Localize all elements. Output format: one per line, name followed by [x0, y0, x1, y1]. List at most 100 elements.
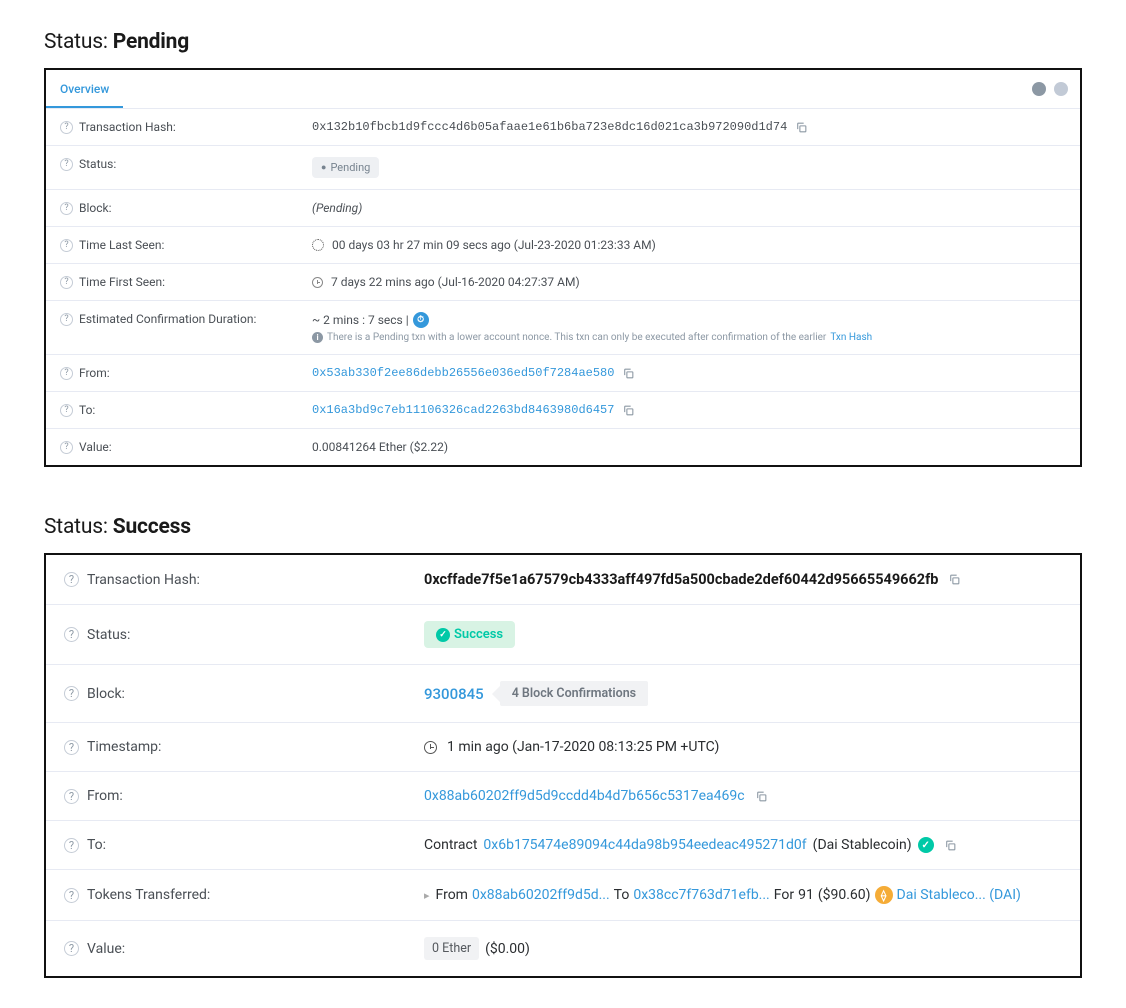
est-conf-note: i There is a Pending txn with a lower ac…: [312, 332, 872, 343]
token-to-link[interactable]: 0x38cc7f763d71efb...: [633, 887, 769, 903]
from-address-link[interactable]: 0x53ab330f2ee86debb26556e036ed50f7284ae5…: [312, 366, 614, 380]
token-amount: 91: [798, 887, 814, 903]
help-icon[interactable]: ?: [60, 239, 73, 252]
token-usd: ($90.60): [818, 887, 871, 903]
help-icon[interactable]: ?: [64, 740, 79, 755]
value-usd: ($0.00): [485, 941, 530, 957]
help-icon[interactable]: ?: [64, 789, 79, 804]
label-time-first: Time First Seen:: [79, 275, 165, 289]
gauge-icon: ⏱: [413, 312, 429, 328]
dai-token-icon: ⟠: [875, 886, 893, 904]
token-to-label: To: [614, 887, 630, 903]
to-address-link[interactable]: 0x6b175474e89094c44da98b954eedeac495271d…: [483, 837, 806, 853]
arrow-icon: ▸: [424, 889, 430, 902]
value-ether: 0.00841264 Ether ($2.22): [312, 440, 448, 454]
label-txhash: Transaction Hash:: [79, 120, 176, 134]
block-confirmations: 4 Block Confirmations: [500, 681, 648, 706]
row-to: ? To: Contract 0x6b175474e89094c44da98b95…: [46, 821, 1080, 870]
to-address-link[interactable]: 0x16a3bd9c7eb11106326cad2263bd8463980d64…: [312, 403, 614, 417]
label-time-last: Time Last Seen:: [79, 238, 164, 252]
help-icon[interactable]: ?: [64, 627, 79, 642]
heading-pending-status: Pending: [113, 30, 189, 54]
row-to: ? To: 0x16a3bd9c7eb11106326cad2263bd84639…: [46, 392, 1080, 429]
copy-icon[interactable]: [948, 573, 962, 587]
value-txhash: 0xcffade7f5e1a67579cb4333aff497fd5a500cb…: [424, 571, 938, 588]
copy-icon[interactable]: [622, 366, 636, 380]
label-from: From:: [79, 366, 110, 380]
value-timestamp: 1 min ago (Jan-17-2020 08:13:25 PM +UTC): [447, 739, 719, 755]
value-txhash: 0x132b10fbcb1d9fccc4d6b05afaae1e61b6ba72…: [312, 120, 787, 134]
help-icon[interactable]: ?: [60, 404, 73, 417]
row-est-conf: ? Estimated Confirmation Duration: ~ 2 mi…: [46, 301, 1080, 355]
label-status: Status:: [87, 627, 130, 643]
value-block: (Pending): [312, 201, 362, 215]
status-badge: ●Pending: [312, 157, 379, 178]
clock-icon: [312, 277, 323, 288]
spinner-icon: [312, 239, 324, 251]
label-block: Block:: [87, 686, 125, 702]
copy-icon[interactable]: [755, 789, 769, 803]
help-icon[interactable]: ?: [64, 888, 79, 903]
dot-icon: [1054, 82, 1068, 96]
label-block: Block:: [79, 201, 112, 215]
tab-bar: Overview: [46, 70, 1080, 109]
token-from-label: From: [436, 887, 468, 903]
copy-icon[interactable]: [795, 120, 809, 134]
label-to: To:: [79, 403, 95, 417]
tab-overview[interactable]: Overview: [46, 70, 123, 108]
help-icon[interactable]: ?: [60, 202, 73, 215]
token-from-link[interactable]: 0x88ab60202ff9d5d...: [472, 887, 610, 903]
help-icon[interactable]: ?: [64, 686, 79, 701]
help-icon[interactable]: ?: [60, 367, 73, 380]
verified-icon: ✓: [918, 837, 934, 853]
row-tokens: ? Tokens Transferred: ▸ From 0x88ab60202f…: [46, 870, 1080, 921]
copy-icon[interactable]: [622, 403, 636, 417]
label-to: To:: [87, 837, 106, 853]
block-link[interactable]: 9300845: [424, 685, 484, 703]
row-value: ? Value: 0.00841264 Ether ($2.22): [46, 429, 1080, 465]
row-status: ? Status: ●Pending: [46, 146, 1080, 190]
value-est-conf: ~ 2 mins : 7 secs |: [312, 313, 409, 327]
help-icon[interactable]: ?: [60, 276, 73, 289]
label-value: Value:: [87, 941, 125, 957]
success-panel: ?Transaction Hash: 0xcffade7f5e1a67579cb…: [44, 553, 1082, 978]
clock-icon: [424, 741, 437, 754]
token-name-link[interactable]: Dai Stableco... (DAI): [897, 887, 1021, 903]
row-value: ?Value: 0 Ether ($0.00): [46, 921, 1080, 976]
label-timestamp: Timestamp:: [87, 739, 161, 755]
row-time-first: ? Time First Seen: 7 days 22 mins ago (Ju…: [46, 264, 1080, 301]
row-txhash: ?Transaction Hash: 0xcffade7f5e1a67579cb…: [46, 555, 1080, 605]
row-txhash: ? Transaction Hash: 0x132b10fbcb1d9fccc4d…: [46, 109, 1080, 146]
heading-success: Status: Success: [44, 515, 1082, 539]
row-from: ? From: 0x53ab330f2ee86debb26556e036ed50f…: [46, 355, 1080, 392]
help-icon[interactable]: ?: [60, 121, 73, 134]
row-block: ? Block: 9300845 4 Block Confirmations: [46, 665, 1080, 723]
row-timestamp: ? Timestamp: 1 min ago (Jan-17-2020 08:13…: [46, 723, 1080, 772]
row-block: ? Block: (Pending): [46, 190, 1080, 227]
help-icon[interactable]: ?: [64, 838, 79, 853]
token-for-label: For: [774, 887, 794, 903]
status-dots: [1032, 82, 1068, 96]
dot-icon: [1032, 82, 1046, 96]
help-icon[interactable]: ?: [64, 572, 79, 587]
value-time-first: 7 days 22 mins ago (Jul-16-2020 04:27:37…: [331, 275, 580, 289]
txn-hash-link[interactable]: Txn Hash: [830, 332, 872, 343]
row-time-last: ? Time Last Seen: 00 days 03 hr 27 min 09…: [46, 227, 1080, 264]
heading-success-label: Status:: [44, 515, 113, 539]
label-from: From:: [87, 788, 123, 804]
help-icon[interactable]: ?: [60, 441, 73, 454]
heading-success-status: Success: [113, 515, 191, 539]
help-icon[interactable]: ?: [64, 941, 79, 956]
value-time-last: 00 days 03 hr 27 min 09 secs ago (Jul-23…: [332, 238, 656, 252]
label-status: Status:: [79, 157, 116, 171]
copy-icon[interactable]: [944, 838, 958, 852]
help-icon[interactable]: ?: [60, 158, 73, 171]
label-value: Value:: [79, 440, 112, 454]
from-address-link[interactable]: 0x88ab60202ff9d5d9ccdd4b4d7b656c5317ea46…: [424, 788, 745, 804]
heading-pending-label: Status:: [44, 30, 113, 54]
to-prefix: Contract: [424, 837, 477, 853]
label-est-conf: Estimated Confirmation Duration:: [79, 312, 256, 326]
help-icon[interactable]: ?: [60, 313, 73, 326]
label-tokens: Tokens Transferred:: [87, 887, 210, 903]
status-badge: ✓ Success: [424, 621, 515, 648]
